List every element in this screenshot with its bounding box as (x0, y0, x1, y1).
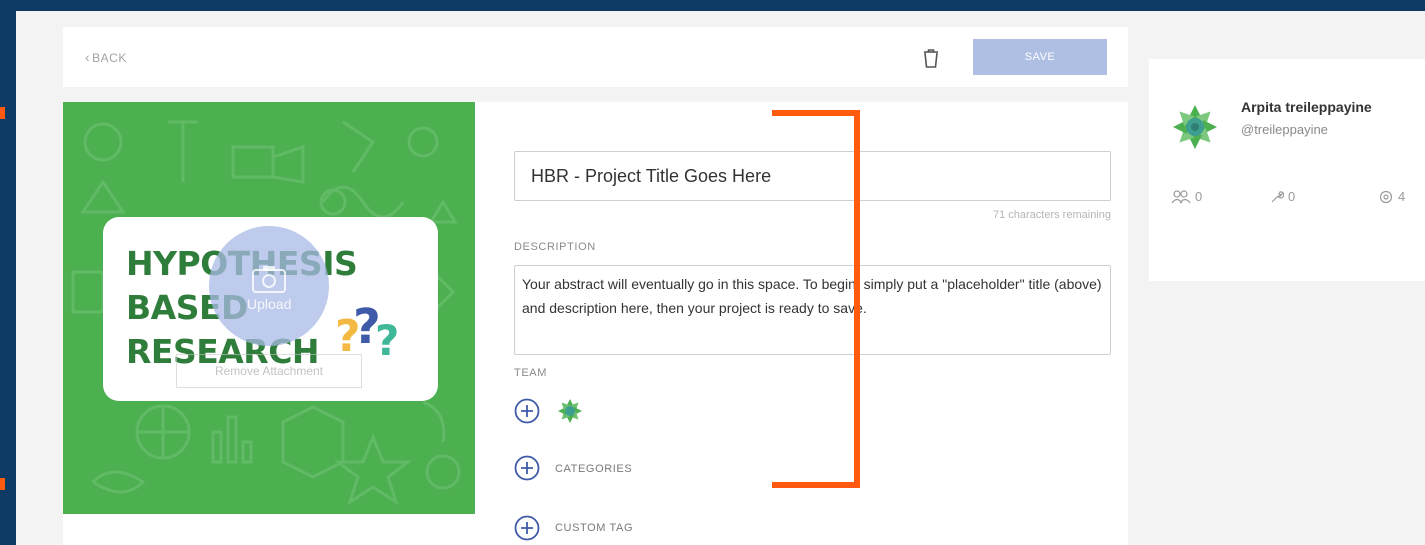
chevron-left-icon: ‹ (85, 49, 91, 65)
back-label: BACK (92, 51, 127, 65)
project-editor: HYPOTHESIS BASED RESEARCH ? ? ? Upload (63, 102, 1128, 545)
profile-handle: @treileppayine (1241, 122, 1328, 137)
camera-icon (252, 266, 286, 293)
people-icon (1171, 189, 1191, 203)
custom-tag-label[interactable]: CUSTOM TAG (555, 522, 633, 534)
add-team-member-button[interactable] (514, 398, 540, 424)
projects-count: 4 (1398, 189, 1406, 204)
app-canvas: ‹ BACK SAVE BASED RESEARCH ? ? ? Upload … (16, 11, 1425, 545)
profile-name[interactable]: Arpita treileppayine (1241, 99, 1372, 115)
profile-card: Arpita treileppayine @treileppayine 0 0 … (1149, 59, 1425, 281)
top-toolbar: ‹ BACK SAVE (63, 27, 1128, 87)
upload-image-button[interactable]: Upload (209, 226, 329, 346)
save-button[interactable]: SAVE (973, 39, 1107, 75)
add-category-button[interactable] (514, 455, 540, 481)
svg-text:?: ? (375, 316, 399, 365)
projects-stat[interactable]: 4 (1378, 189, 1405, 204)
annotation-mark-bottom (0, 478, 5, 490)
annotation-bracket (772, 110, 860, 488)
remove-attachment-button[interactable]: Remove Attachment (176, 354, 362, 388)
wrench-icon (1271, 190, 1284, 202)
tools-stat[interactable]: 0 (1270, 189, 1295, 204)
annotation-mark-top (0, 107, 5, 119)
back-button[interactable]: ‹ BACK (85, 49, 127, 65)
trash-icon[interactable] (921, 47, 941, 69)
add-custom-tag-button[interactable] (514, 515, 540, 541)
tools-count: 0 (1288, 189, 1296, 204)
upload-label: Upload (247, 296, 292, 312)
followers-count: 0 (1195, 189, 1203, 204)
profile-avatar[interactable] (1171, 103, 1219, 151)
cover-image: HYPOTHESIS BASED RESEARCH ? ? ? Upload (63, 102, 475, 514)
followers-stat[interactable]: 0 (1171, 189, 1202, 204)
badge-icon (1379, 190, 1393, 203)
description-label: DESCRIPTION (514, 241, 596, 253)
team-member-avatar[interactable] (556, 397, 584, 425)
team-label: TEAM (514, 367, 547, 379)
categories-label[interactable]: CATEGORIES (555, 463, 632, 475)
